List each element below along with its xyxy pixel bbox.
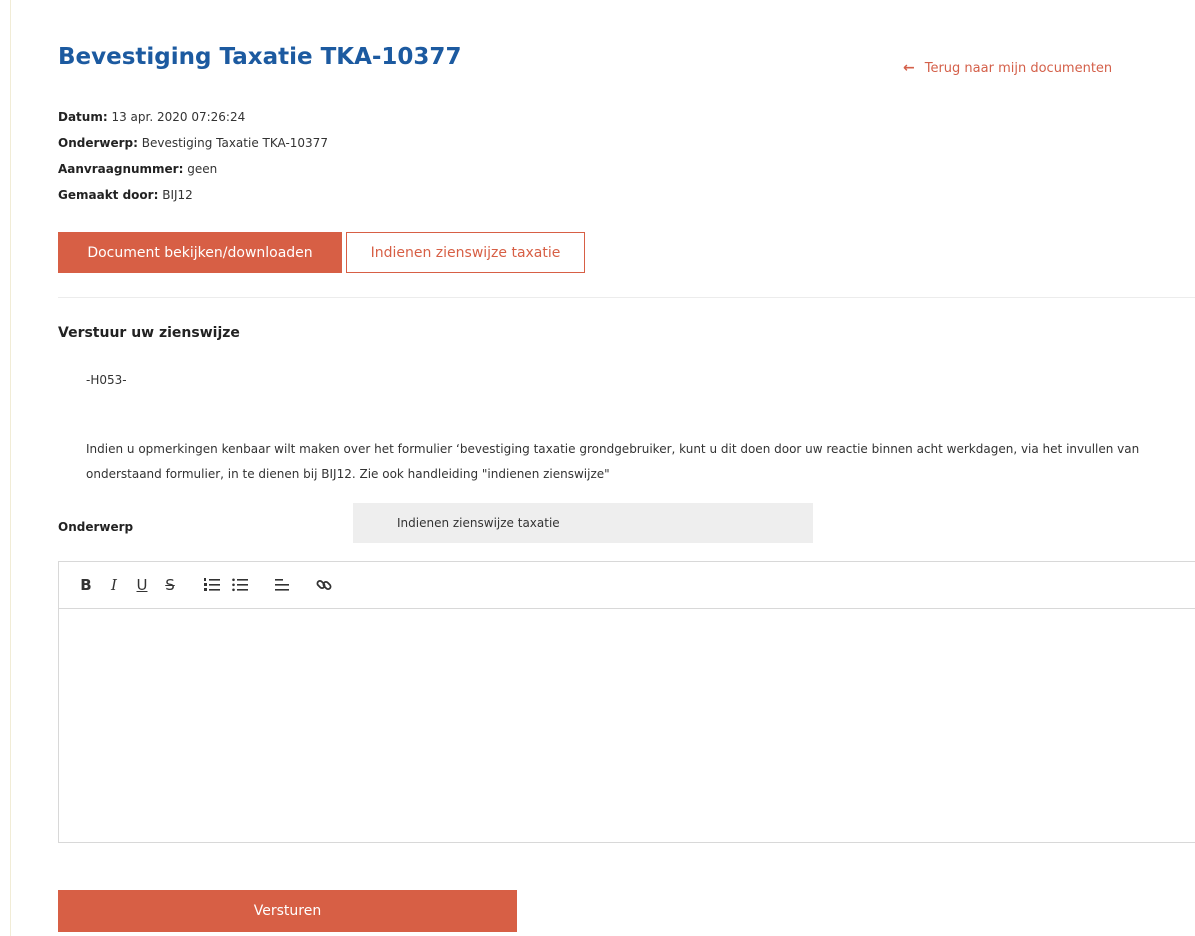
meta-value: geen [187,162,218,176]
form-code: -H053- [86,373,127,387]
link-svg [316,580,332,590]
submit-view-button[interactable]: Indienen zienswijze taxatie [346,232,585,273]
editor-toolbar: B I U S [59,562,1195,609]
download-document-button[interactable]: Document bekijken/downloaden [58,232,342,273]
underline-icon[interactable]: U [131,573,153,597]
ordered-list-svg [204,578,220,591]
meta-label: Datum: [58,110,108,124]
rich-text-editor: B I U S [58,561,1195,843]
align-svg [275,579,289,591]
meta-label: Onderwerp: [58,136,138,150]
meta-label: Aanvraagnummer: [58,162,184,176]
meta-subject: Onderwerp: Bevestiging Taxatie TKA-10377 [58,130,328,156]
meta-created-by: Gemaakt door: BIJ12 [58,182,328,208]
align-icon[interactable] [271,573,293,597]
ordered-list-icon[interactable] [201,573,223,597]
send-button[interactable]: Versturen [58,890,517,932]
strikethrough-icon[interactable]: S [159,573,181,597]
meta-date: Datum: 13 apr. 2020 07:26:24 [58,104,328,130]
subject-label: Onderwerp [58,520,134,534]
editor-text-area[interactable] [59,609,1195,842]
document-meta: Datum: 13 apr. 2020 07:26:24 Onderwerp: … [58,104,328,208]
meta-value: 13 apr. 2020 07:26:24 [111,110,246,124]
meta-value: Bevestiging Taxatie TKA-10377 [141,136,328,150]
section-divider [58,297,1195,298]
link-icon[interactable] [313,573,335,597]
italic-icon[interactable]: I [103,573,125,597]
back-to-documents-link[interactable]: ← Terug naar mijn documenten [903,60,1112,76]
meta-label: Gemaakt door: [58,188,159,202]
form-intro-text: Indien u opmerkingen kenbaar wilt maken … [86,442,1140,481]
bullet-list-icon[interactable] [229,573,251,597]
arrow-left-icon: ← [903,60,915,76]
document-detail-page: Bevestiging Taxatie TKA-10377 ← Terug na… [0,0,1195,936]
left-border [10,0,11,936]
back-link-label: Terug naar mijn documenten [924,60,1113,76]
form-heading: Verstuur uw zienswijze [58,325,240,341]
subject-field[interactable]: Indienen zienswijze taxatie [353,503,813,543]
page-title: Bevestiging Taxatie TKA-10377 [58,44,462,70]
meta-request-number: Aanvraagnummer: geen [58,156,328,182]
meta-value: BIJ12 [162,188,193,202]
bullet-list-svg [232,578,248,592]
bold-icon[interactable]: B [75,573,97,597]
